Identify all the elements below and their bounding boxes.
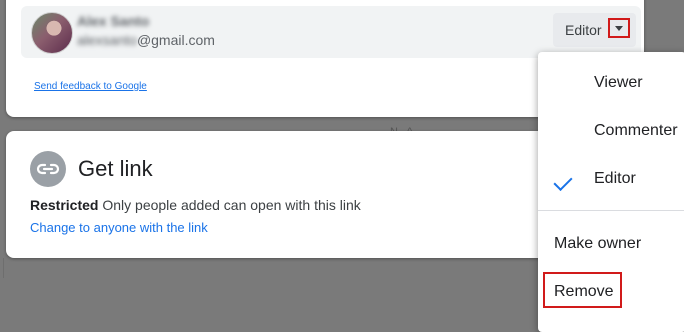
link-status-text: Only people added can open with this lin… <box>102 197 361 213</box>
person-email-redacted: alexsanto <box>77 32 137 48</box>
person-name: Alex Santo <box>77 13 150 29</box>
menu-item-viewer[interactable]: Viewer <box>594 74 643 92</box>
avatar <box>31 12 73 54</box>
get-link-title: Get link <box>78 156 153 181</box>
person-row: Alex Santo alexsanto@gmail.com Editor <box>21 6 641 58</box>
chevron-down-icon <box>615 26 623 31</box>
role-caret-highlight[interactable] <box>608 18 630 38</box>
get-link-card: Get link Restricted Only people added ca… <box>6 131 566 258</box>
role-dropdown-button[interactable]: Editor <box>553 13 636 47</box>
person-email: alexsanto@gmail.com <box>77 32 215 48</box>
menu-item-commenter[interactable]: Commenter <box>594 122 678 140</box>
menu-item-remove[interactable]: Remove <box>554 283 614 301</box>
menu-divider <box>538 210 684 211</box>
link-status-restricted: Restricted <box>30 197 99 213</box>
role-label: Editor <box>565 22 602 38</box>
check-icon <box>553 171 573 192</box>
link-icon <box>30 151 66 187</box>
role-menu: Viewer Commenter Editor Make owner Remov… <box>538 52 684 332</box>
menu-item-editor[interactable]: Editor <box>594 170 636 188</box>
person-email-domain: @gmail.com <box>136 32 215 48</box>
link-status: Restricted Only people added can open wi… <box>30 197 361 213</box>
send-feedback-link[interactable]: Send feedback to Google <box>34 81 147 92</box>
menu-item-make-owner[interactable]: Make owner <box>554 235 641 253</box>
background-divider <box>3 258 4 278</box>
change-link-access-link[interactable]: Change to anyone with the link <box>30 220 208 235</box>
